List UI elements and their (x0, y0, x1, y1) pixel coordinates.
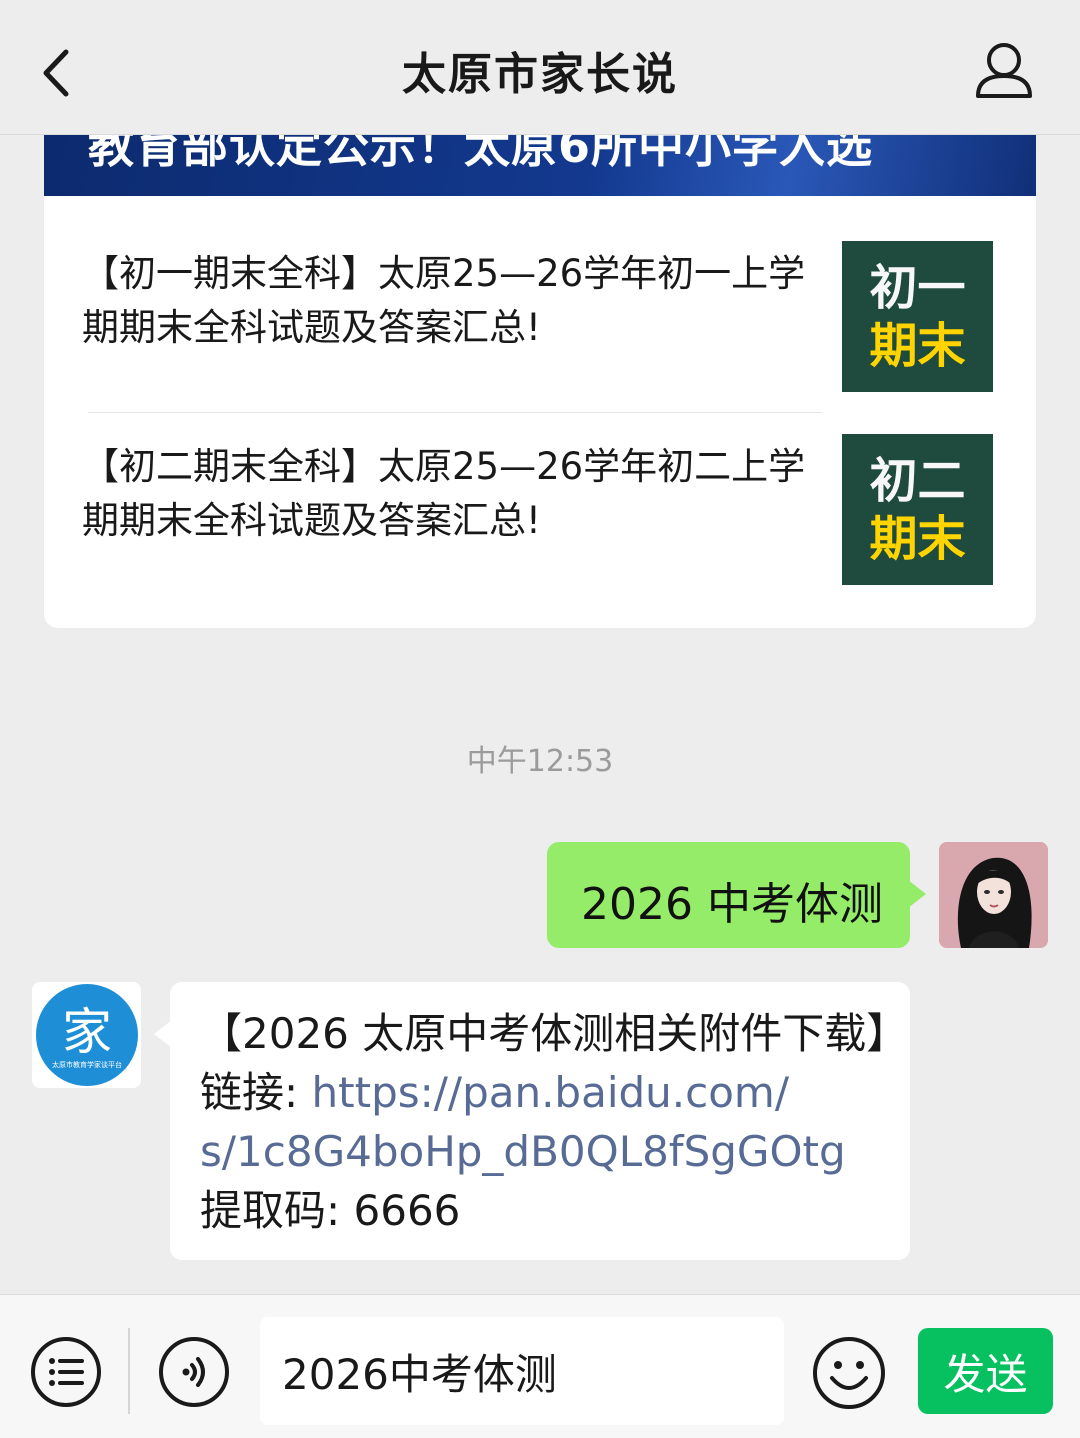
list-menu-icon (31, 1337, 101, 1407)
send-button[interactable]: 发送 (918, 1328, 1053, 1414)
message-input[interactable] (260, 1317, 784, 1425)
link-line: 链接: https://pan.baidu.com/ (200, 1063, 900, 1122)
article-list-item[interactable]: 【初一期末全科】太原25—26学年初一上学期期末全科试题及答案汇总! 初一 期末 (44, 219, 1036, 412)
emoji-button[interactable] (812, 1336, 886, 1410)
message-heading: 【2026 太原中考体测相关附件下载】 (200, 1009, 909, 1058)
thumbnail-text-top: 初一 (869, 259, 966, 316)
article-cover-title: 教育部认定公示！太原6所中小学入选 (88, 134, 874, 173)
profile-button[interactable] (968, 38, 1040, 104)
smiley-icon (813, 1337, 885, 1409)
share-link-part1[interactable]: https://pan.baidu.com/ (312, 1068, 789, 1117)
thumbnail-text-top: 初二 (869, 452, 966, 509)
article-thumbnail: 初二 期末 (842, 434, 993, 585)
avatar-caption: 太原市教育学家谈平台 (52, 1061, 122, 1069)
person-icon (976, 43, 1032, 98)
article-list-item[interactable]: 【初二期末全科】太原25—26学年初二上学期期末全科试题及答案汇总! 初二 期末 (44, 412, 1036, 605)
article-thumbnail: 初一 期末 (842, 241, 993, 392)
menu-toggle-button[interactable] (30, 1336, 102, 1408)
outgoing-message-text: 2026 中考体测 (581, 879, 883, 930)
user-avatar-portrait (939, 842, 1048, 948)
voice-input-button[interactable] (158, 1336, 230, 1408)
official-account-avatar[interactable]: 家 太原市教育学家谈平台 (32, 982, 141, 1088)
voice-icon (159, 1337, 229, 1407)
thumbnail-text-bottom: 期末 (869, 317, 966, 374)
article-title: 【初二期末全科】太原25—26学年初二上学期期末全科试题及答案汇总! (82, 445, 806, 542)
share-link-part2[interactable]: s/1c8G4boHp_dB0QL8fSgGOtg (200, 1122, 900, 1181)
incoming-message-text: 【2026 太原中考体测相关附件下载】 链接: https://pan.baid… (200, 1004, 909, 1240)
outgoing-message-bubble[interactable]: 2026 中考体测 (547, 842, 926, 948)
chat-title: 太原市家长说 (402, 49, 678, 100)
input-bar-divider (128, 1328, 130, 1414)
message-timestamp: 中午12:53 (466, 744, 614, 779)
article-cover[interactable]: 教育部认定公示！太原6所中小学入选 (44, 134, 1036, 196)
avatar-glyph: 家 (62, 1003, 112, 1061)
extraction-code: 提取码: 6666 (200, 1186, 461, 1235)
article-card: 教育部认定公示！太原6所中小学入选 【初一期末全科】太原25—26学年初一上学期… (44, 134, 1036, 628)
article-title: 【初一期末全科】太原25—26学年初一上学期期末全科试题及答案汇总! (82, 252, 806, 349)
thumbnail-text-bottom: 期末 (869, 510, 966, 567)
link-label: 链接: (200, 1068, 312, 1117)
top-nav-bar: 太原市家长说 (0, 0, 1080, 135)
user-avatar[interactable] (939, 842, 1048, 948)
incoming-message-bubble[interactable]: 【2026 太原中考体测相关附件下载】 链接: https://pan.baid… (154, 982, 910, 1260)
